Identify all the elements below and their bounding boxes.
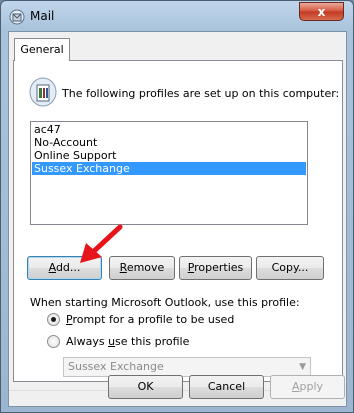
prompt-radio-label: Prompt for a profile to be used: [66, 313, 234, 326]
profile-list-item[interactable]: No-Account: [32, 136, 306, 149]
apply-button-label: pply: [299, 380, 324, 393]
mail-profiles-icon: [29, 77, 57, 107]
startup-profile-label: When starting Microsoft Outlook, use thi…: [30, 296, 300, 309]
always-radio-label: Always use this profile: [66, 335, 189, 348]
profile-list-item[interactable]: ac47: [32, 123, 306, 136]
select-value: Sussex Exchange: [68, 360, 164, 373]
mail-dialog-window: Mail x General The following profiles ar…: [0, 0, 354, 413]
always-use-profile-select[interactable]: Sussex Exchange ▼: [63, 357, 311, 377]
close-icon: x: [317, 4, 326, 19]
apply-button-mnemonic: A: [291, 380, 300, 393]
profiles-info-text: The following profiles are set up on thi…: [62, 87, 340, 100]
properties-button-label: roperties: [194, 261, 244, 274]
copy-button[interactable]: Copy...: [256, 256, 324, 280]
prompt-radio-text: rompt for a profile to be used: [72, 312, 235, 326]
always-radio-text: se this profile: [115, 334, 190, 348]
cancel-button-label: Cancel: [207, 380, 246, 393]
cancel-button[interactable]: Cancel: [189, 375, 264, 399]
add-button-mnemonic: A: [48, 261, 56, 274]
title-bar[interactable]: Mail x: [1, 1, 353, 31]
tab-general-label: General: [20, 43, 64, 56]
radio-unchecked-indicator[interactable]: [47, 334, 60, 348]
general-tab-panel: The following profiles are set up on thi…: [13, 60, 343, 382]
always-radio-pre: Always: [66, 334, 109, 348]
window-title: Mail: [30, 9, 55, 23]
chevron-down-icon: ▼: [299, 362, 306, 372]
close-button[interactable]: x: [299, 2, 344, 21]
profile-list-item-selected[interactable]: Sussex Exchange: [32, 162, 306, 175]
profiles-listbox[interactable]: ac47 No-Account Online Support Sussex Ex…: [30, 121, 308, 225]
dialog-client-area: General The following profiles are set u…: [8, 31, 347, 407]
prompt-for-profile-radio[interactable]: Prompt for a profile to be used: [47, 311, 234, 327]
always-use-profile-radio[interactable]: Always use this profile: [47, 333, 189, 349]
mail-app-icon: [9, 9, 25, 25]
radio-checked-indicator[interactable]: [47, 312, 60, 326]
always-radio-mnemonic: u: [108, 334, 116, 348]
ok-button[interactable]: OK: [108, 375, 183, 399]
remove-button-label: emove: [126, 261, 165, 274]
profile-list-item[interactable]: Online Support: [32, 149, 306, 162]
red-pointer-arrow-icon: [80, 224, 123, 263]
apply-button[interactable]: Apply: [270, 375, 345, 399]
properties-button[interactable]: Properties: [179, 256, 252, 280]
tab-general[interactable]: General: [14, 38, 70, 61]
copy-button-label: Copy...: [271, 261, 309, 274]
ok-button-label: OK: [137, 380, 154, 393]
